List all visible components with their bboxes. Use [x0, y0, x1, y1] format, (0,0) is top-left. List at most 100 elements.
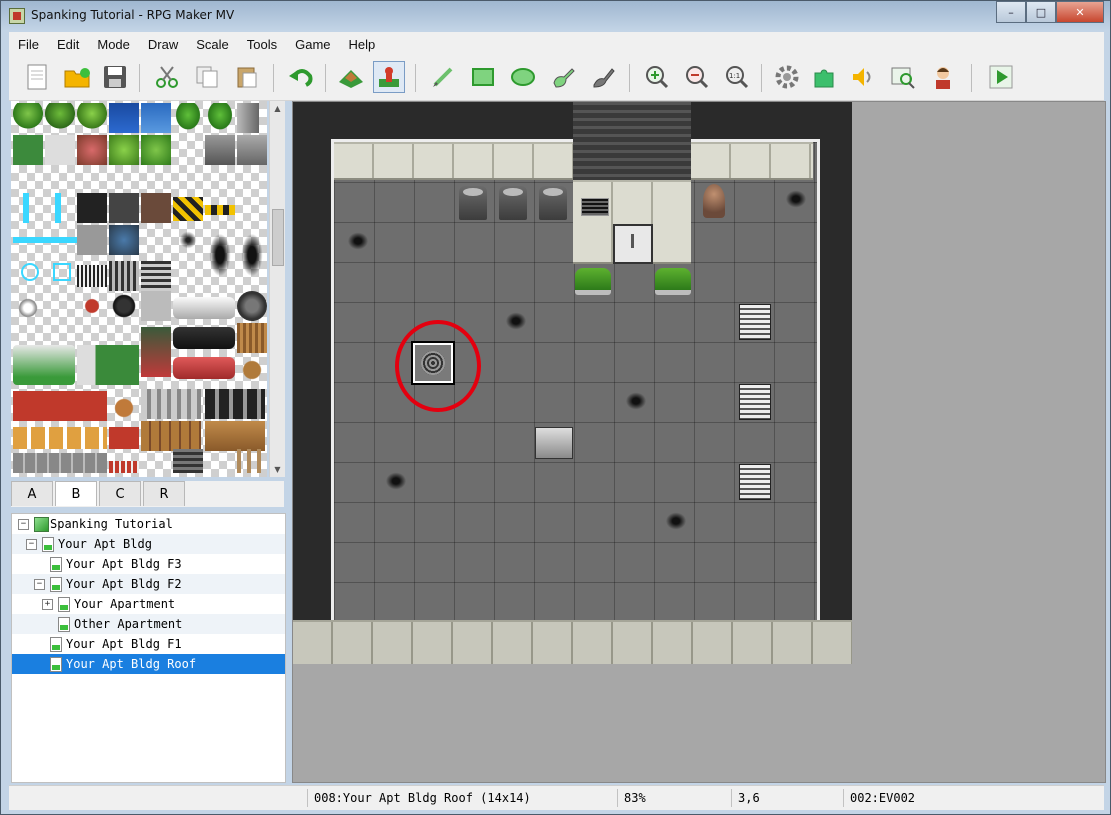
tab-a[interactable]: A	[11, 481, 53, 506]
sound-test-icon[interactable]	[847, 61, 879, 93]
vent-grille-tile[interactable]	[109, 261, 139, 291]
vending-machine-tile[interactable]	[109, 103, 139, 133]
collapse-icon[interactable]: −	[26, 539, 37, 550]
tab-r[interactable]: R	[143, 481, 185, 506]
ladder-tile[interactable]	[237, 449, 267, 473]
white-car-tile[interactable]	[173, 297, 235, 319]
collapse-icon[interactable]: −	[18, 519, 29, 530]
menu-draw[interactable]: Draw	[139, 37, 187, 52]
tree-tile[interactable]	[205, 103, 235, 133]
potted-plant-tile[interactable]	[13, 103, 43, 133]
map-canvas[interactable]	[292, 101, 1106, 783]
wooden-door-tile[interactable]	[205, 421, 265, 451]
plugin-manager-icon[interactable]	[809, 61, 841, 93]
tree-item-map[interactable]: + Your Apartment	[12, 594, 285, 614]
ellipse-icon[interactable]	[507, 61, 539, 93]
laser-tile[interactable]	[45, 193, 75, 223]
scroll-down-icon[interactable]: ▼	[270, 462, 285, 477]
truck-tile[interactable]	[77, 345, 139, 385]
laser-node-tile[interactable]	[21, 263, 39, 281]
save-project-icon[interactable]	[99, 61, 131, 93]
ac-unit-tile[interactable]	[77, 225, 107, 255]
railing-tile[interactable]	[141, 389, 201, 419]
potted-plant-tile[interactable]	[77, 103, 107, 133]
menu-tools[interactable]: Tools	[238, 37, 286, 52]
zoom-out-icon[interactable]	[681, 61, 713, 93]
crate-tile[interactable]	[141, 291, 171, 321]
tree-item-map[interactable]: Your Apt Bldg F3	[12, 554, 285, 574]
barrier-tile[interactable]	[173, 197, 203, 221]
scroll-up-icon[interactable]: ▲	[270, 101, 285, 116]
database-icon[interactable]	[771, 61, 803, 93]
manhole-tile[interactable]	[237, 291, 267, 321]
laser-tile[interactable]	[13, 193, 43, 223]
rubble-tile[interactable]	[109, 225, 139, 255]
tree-item-project[interactable]: − Spanking Tutorial	[12, 514, 285, 534]
minimize-button[interactable]: –	[996, 1, 1026, 23]
menu-edit[interactable]: Edit	[48, 37, 88, 52]
expand-icon[interactable]: +	[42, 599, 53, 610]
debris-tile[interactable]	[141, 193, 171, 223]
tree-item-map-selected[interactable]: Your Apt Bldg Roof	[12, 654, 285, 674]
rectangle-icon[interactable]	[467, 61, 499, 93]
food-stall-tile[interactable]	[13, 427, 107, 449]
flower-bed-tile[interactable]	[77, 135, 107, 165]
gravestone-tile[interactable]	[237, 135, 267, 165]
close-button[interactable]: ✕	[1056, 1, 1104, 23]
maximize-button[interactable]: □	[1026, 1, 1056, 23]
tree-item-map[interactable]: Other Apartment	[12, 614, 285, 634]
paste-icon[interactable]	[231, 61, 263, 93]
meat-tile[interactable]	[109, 427, 139, 449]
crack-tile[interactable]	[237, 225, 267, 285]
panel-tile[interactable]	[45, 135, 75, 165]
gravestone-tile[interactable]	[205, 135, 235, 165]
wooden-wall-tile[interactable]	[141, 421, 201, 451]
shrub-tile[interactable]	[141, 135, 171, 165]
pole-tile[interactable]	[237, 103, 259, 133]
phone-tile[interactable]	[13, 135, 43, 165]
counter-tile[interactable]	[13, 453, 107, 473]
event-searcher-icon[interactable]	[887, 61, 919, 93]
undo-icon[interactable]	[285, 61, 317, 93]
zoom-in-icon[interactable]	[641, 61, 673, 93]
playtest-icon[interactable]	[985, 61, 1017, 93]
map-mode-icon[interactable]	[335, 61, 367, 93]
planter-tile[interactable]	[109, 135, 139, 165]
fill-icon[interactable]	[547, 61, 579, 93]
sign-tile[interactable]	[77, 291, 107, 321]
tire-tile[interactable]	[109, 291, 139, 321]
menu-file[interactable]: File	[9, 37, 48, 52]
roast-tile[interactable]	[109, 393, 139, 423]
open-project-icon[interactable]	[61, 61, 93, 93]
stairs-tile[interactable]	[173, 449, 203, 473]
laser-node-tile[interactable]	[53, 263, 71, 281]
roof-door[interactable]	[613, 224, 653, 264]
crack-tile[interactable]	[173, 225, 203, 255]
new-project-icon[interactable]	[21, 61, 53, 93]
collapse-icon[interactable]: −	[34, 579, 45, 590]
menu-game[interactable]: Game	[286, 37, 339, 52]
tree-tile[interactable]	[173, 103, 203, 133]
menu-mode[interactable]: Mode	[88, 37, 139, 52]
crack-tile[interactable]	[205, 225, 235, 285]
tab-c[interactable]: C	[99, 481, 141, 506]
tree-item-map[interactable]: − Your Apt Bldg F2	[12, 574, 285, 594]
potted-plant-tile[interactable]	[45, 103, 75, 133]
shutter-tile[interactable]	[141, 261, 171, 291]
copy-icon[interactable]	[191, 61, 223, 93]
pencil-icon[interactable]	[427, 61, 459, 93]
fence-tile[interactable]	[205, 389, 265, 419]
tree-item-map[interactable]: Your Apt Bldg F1	[12, 634, 285, 654]
tileset-scrollbar[interactable]: ▲ ▼	[269, 101, 285, 477]
black-car-tile[interactable]	[173, 327, 235, 349]
event-mode-icon[interactable]	[373, 61, 405, 93]
barrel-tile[interactable]	[237, 355, 267, 385]
barrier-tile[interactable]	[205, 205, 235, 215]
scrollbar-thumb[interactable]	[272, 209, 284, 266]
tileset-palette[interactable]	[11, 101, 267, 477]
awning-tile[interactable]	[13, 391, 107, 421]
camera-tile[interactable]	[13, 293, 43, 323]
tree-item-map[interactable]: − Your Apt Bldg	[12, 534, 285, 554]
tab-b[interactable]: B	[55, 481, 97, 506]
safe-tile[interactable]	[109, 193, 139, 223]
